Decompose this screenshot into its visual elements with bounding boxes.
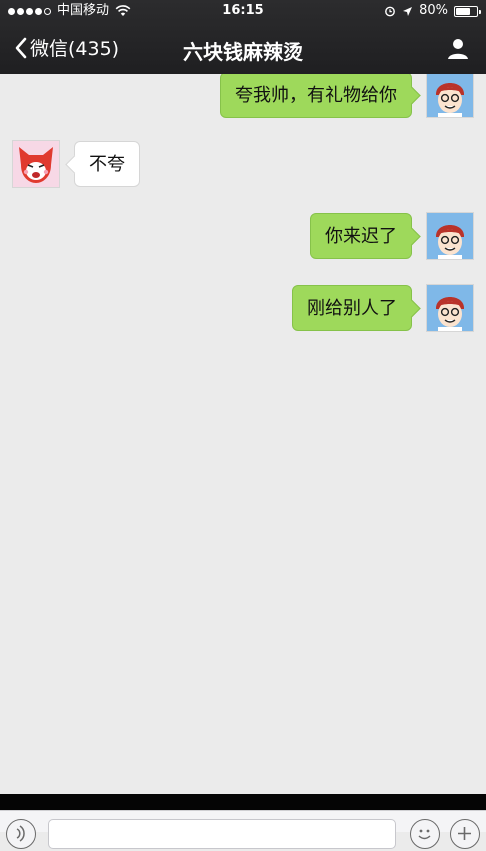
more-button[interactable] [450, 819, 480, 849]
boy-avatar-icon [427, 285, 473, 331]
fox-avatar-icon [13, 141, 59, 187]
voice-button[interactable] [6, 819, 36, 849]
message-bubble-outgoing[interactable]: 你来迟了 [310, 213, 412, 259]
status-bar: 中国移动 16:15 80% [0, 0, 486, 22]
location-arrow-icon [403, 6, 413, 16]
nav-bar: 微信(435) 六块钱麻辣烫 [0, 22, 486, 74]
plus-icon [458, 827, 471, 840]
input-toolbar [0, 810, 486, 849]
chat-area[interactable]: 夸我帅，有礼物给你 不夸 你来迟了 刚给别人了 [0, 74, 486, 794]
message-bubble-incoming[interactable]: 不夸 [74, 141, 140, 187]
emoji-icon [418, 829, 431, 840]
status-right: 80% [384, 0, 481, 22]
avatar-self[interactable] [426, 284, 474, 332]
alarm-icon [385, 6, 395, 17]
battery-percent: 80% [419, 3, 448, 18]
avatar-contact[interactable] [12, 140, 60, 188]
message-bubble-outgoing[interactable]: 夸我帅，有礼物给你 [220, 74, 412, 118]
avatar-self[interactable] [426, 74, 474, 118]
chat-title: 六块钱麻辣烫 [183, 40, 303, 64]
message-input[interactable] [48, 819, 396, 849]
message-row: 不夸 [0, 140, 486, 190]
message-bubble-outgoing[interactable]: 刚给别人了 [292, 285, 412, 331]
message-row: 刚给别人了 [0, 284, 486, 334]
boy-avatar-icon [427, 74, 473, 117]
profile-icon[interactable] [446, 36, 470, 60]
top-bar: 中国移动 16:15 80% 微信(435) 六块钱麻辣烫 [0, 0, 486, 74]
avatar-self[interactable] [426, 212, 474, 260]
message-row: 你来迟了 [0, 212, 486, 262]
divider-bar [0, 794, 486, 810]
voice-icon [16, 825, 25, 842]
boy-avatar-icon [427, 213, 473, 259]
message-row: 夸我帅，有礼物给你 [0, 74, 486, 120]
emoji-button[interactable] [410, 819, 440, 849]
battery-icon [454, 5, 481, 17]
battery-fill [456, 7, 471, 15]
